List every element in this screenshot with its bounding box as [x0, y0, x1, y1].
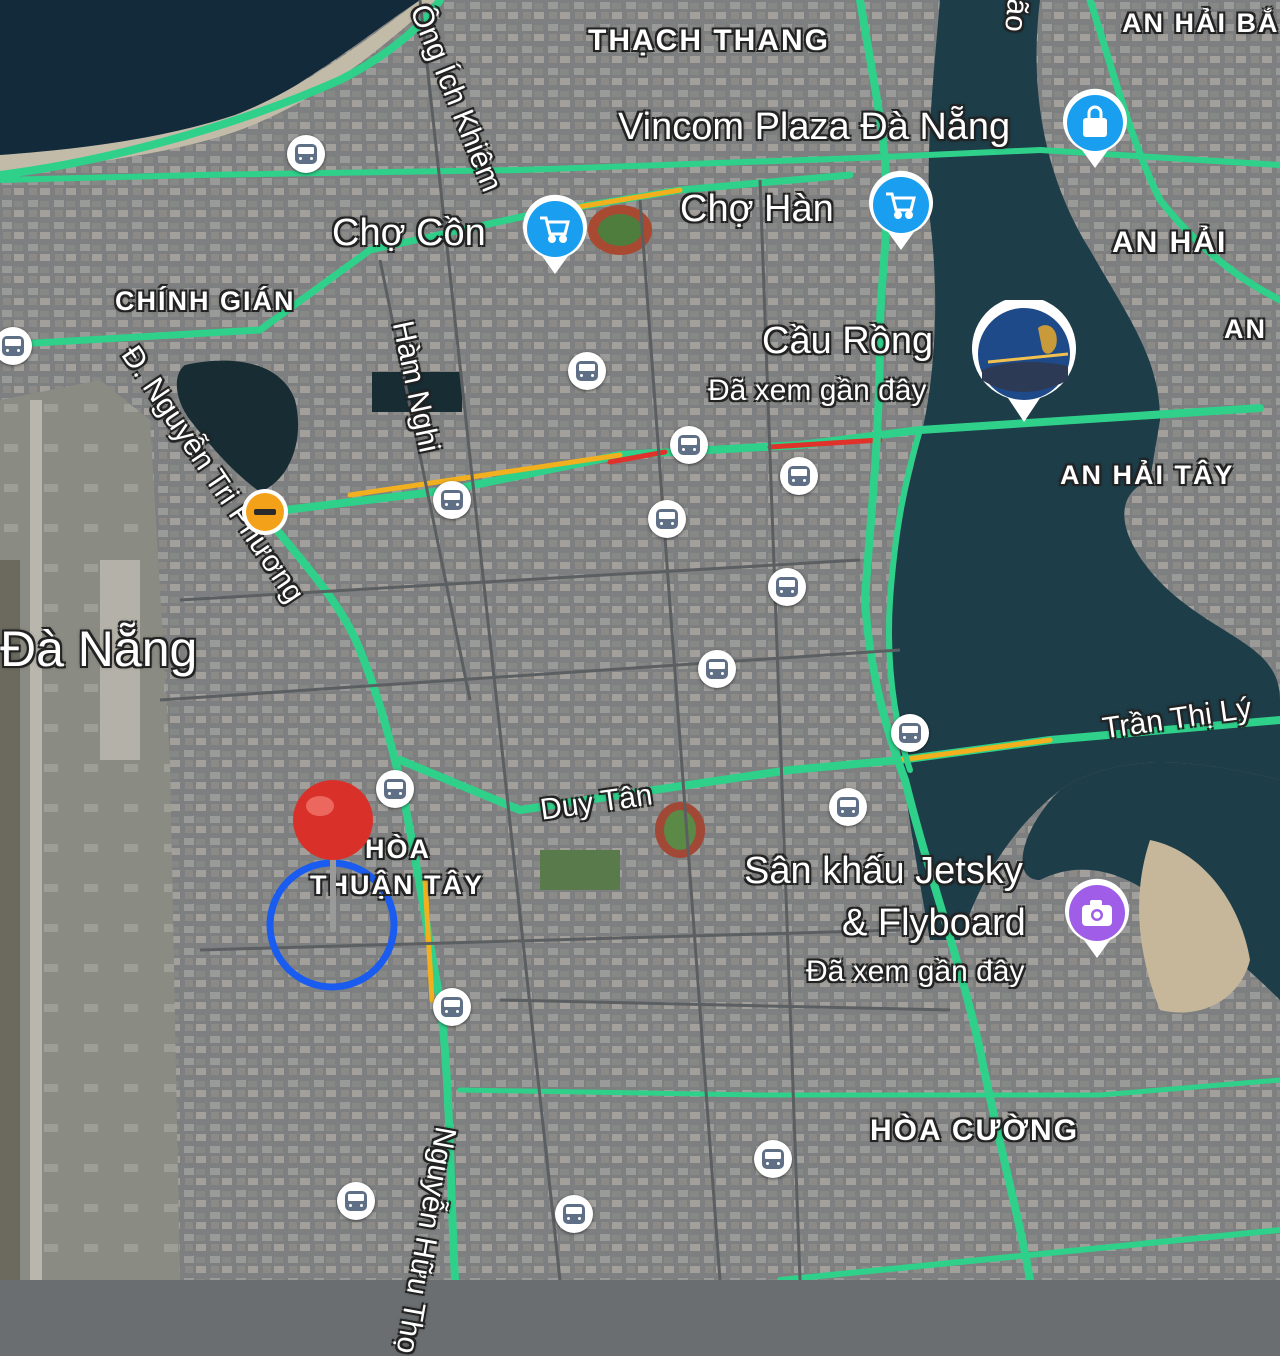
bus-icon — [706, 659, 728, 679]
bus-icon — [441, 490, 463, 510]
place-sublabel-jetsky: Đã xem gần đây — [806, 955, 1025, 988]
bus-stop[interactable] — [648, 500, 686, 538]
place-label-cho-con[interactable]: Chợ Cồn — [332, 212, 486, 255]
district-label-thach-thang: THẠCH THANG — [588, 24, 830, 57]
airport — [0, 380, 180, 1280]
vincom-pin[interactable] — [1060, 88, 1130, 175]
dropped-pin[interactable] — [288, 778, 378, 943]
district-label-an: AN — [1224, 314, 1267, 344]
bus-icon — [656, 509, 678, 529]
bus-icon — [899, 723, 921, 743]
bus-icon — [295, 144, 317, 164]
bus-icon — [762, 1149, 784, 1169]
bus-icon — [345, 1191, 367, 1211]
park — [540, 850, 620, 890]
district-label-hoa-cuong: HÒA CƯỜNG — [870, 1114, 1080, 1147]
district-label-an-hai: AN HẢI — [1112, 226, 1228, 259]
place-label-vincom[interactable]: Vincom Plaza Đà Nẵng — [618, 106, 1010, 149]
bus-icon — [2, 336, 24, 356]
district-label-chinh-gian: CHÍNH GIÁN — [115, 286, 296, 316]
road-label-hoa: ão — [998, 0, 1034, 34]
bus-stop[interactable] — [433, 481, 471, 519]
district-label-an-hai-bac: AN HẢI BẮ — [1122, 8, 1280, 38]
bus-icon — [788, 466, 810, 486]
cho-con-pin[interactable] — [520, 194, 590, 281]
bus-icon — [384, 779, 406, 799]
city-label-da-nang: Đà Nẵng — [0, 621, 198, 677]
bus-stop[interactable] — [287, 135, 325, 173]
bus-stop[interactable] — [337, 1182, 375, 1220]
bus-stop[interactable] — [433, 988, 471, 1026]
bus-stop[interactable] — [780, 457, 818, 495]
bus-icon — [837, 797, 859, 817]
bus-stop[interactable] — [670, 426, 708, 464]
bus-icon — [776, 577, 798, 597]
cau-rong-photo-pin[interactable] — [968, 296, 1080, 429]
bus-icon — [563, 1204, 585, 1224]
bus-icon — [441, 997, 463, 1017]
runway-main — [30, 400, 42, 1280]
place-sublabel-cau-rong: Đã xem gần đây — [708, 374, 927, 407]
place-label-jetsky-1[interactable]: Sân khấu Jetsky — [744, 850, 1023, 893]
bus-stop[interactable] — [568, 352, 606, 390]
bus-icon — [678, 435, 700, 455]
bus-stop[interactable] — [768, 568, 806, 606]
district-label-an-hai-tay: AN HẢI TÂY — [1060, 460, 1235, 490]
road-closed-marker[interactable] — [240, 487, 290, 542]
bus-stop[interactable] — [891, 714, 929, 752]
cho-han-pin[interactable] — [866, 170, 936, 257]
place-label-jetsky-2[interactable]: & Flyboard — [842, 902, 1026, 945]
bus-stop[interactable] — [555, 1195, 593, 1233]
place-label-cau-rong[interactable]: Cầu Rồng — [762, 320, 933, 363]
jetsky-pin[interactable] — [1062, 878, 1132, 965]
road-closed-icon — [254, 509, 276, 515]
bus-stop[interactable] — [376, 770, 414, 808]
bus-stop[interactable] — [698, 650, 736, 688]
bus-stop[interactable] — [754, 1140, 792, 1178]
bus-stop[interactable] — [829, 788, 867, 826]
bus-icon — [576, 361, 598, 381]
place-label-cho-han[interactable]: Chợ Hàn — [680, 188, 834, 231]
